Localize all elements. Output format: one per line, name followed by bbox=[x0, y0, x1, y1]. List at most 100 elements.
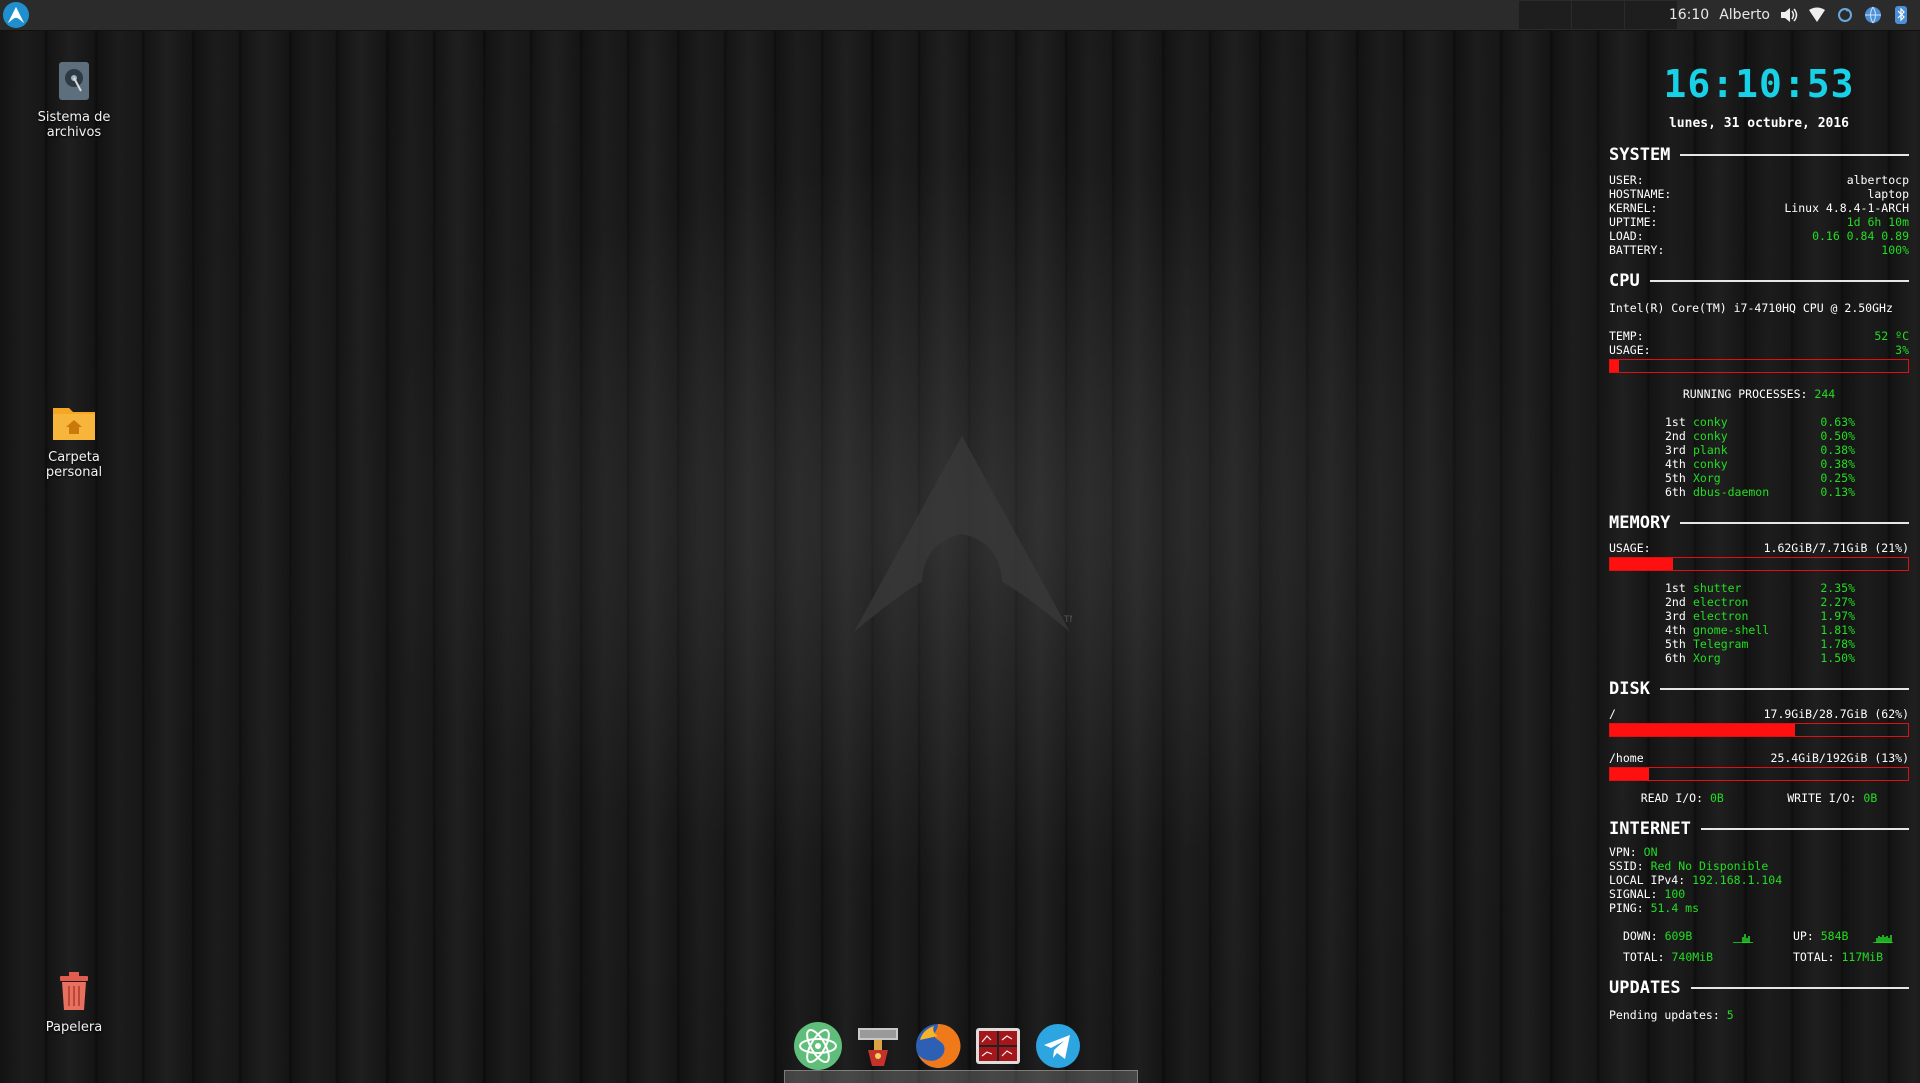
process-rank: 3rd bbox=[1665, 443, 1686, 457]
arch-wallpaper-logo: TM bbox=[854, 436, 1072, 632]
process-name: conky bbox=[1693, 457, 1728, 471]
memory-usage-value: 1.62GiB/7.71GiB (21%) bbox=[1763, 541, 1909, 555]
bluetooth-icon[interactable] bbox=[1892, 6, 1910, 24]
arch-menu-button[interactable] bbox=[3, 2, 29, 28]
internet-key: VPN: bbox=[1609, 845, 1637, 859]
process-rank: 2nd bbox=[1665, 595, 1686, 609]
internet-key: SSID: bbox=[1609, 859, 1644, 873]
internet-row: SIGNAL: 100 bbox=[1609, 887, 1909, 901]
conky-clock: 16:10:53 bbox=[1663, 62, 1855, 106]
running-processes: RUNNING PROCESSES: 244 bbox=[1609, 387, 1909, 401]
process-rank: 5th bbox=[1665, 637, 1686, 651]
trash-icon bbox=[51, 968, 97, 1014]
cpu-usage-value: 3% bbox=[1895, 343, 1909, 357]
process-pct: 0.38% bbox=[1820, 457, 1855, 471]
disk-write-label: WRITE I/O: bbox=[1787, 791, 1857, 805]
cpu-temp-label: TEMP: bbox=[1609, 329, 1644, 343]
dock-telegram[interactable] bbox=[1032, 1020, 1084, 1072]
process-name: conky bbox=[1693, 415, 1728, 429]
dock-gimp[interactable] bbox=[852, 1020, 904, 1072]
workspace-1[interactable] bbox=[1519, 1, 1572, 29]
vpn-globe-icon[interactable] bbox=[1864, 6, 1882, 24]
process-name: conky bbox=[1693, 429, 1728, 443]
system-row: USER: albertocp bbox=[1609, 173, 1909, 187]
section-title: DISK bbox=[1609, 679, 1650, 699]
process-rank: 5th bbox=[1665, 471, 1686, 485]
process-rank: 4th bbox=[1665, 457, 1686, 471]
process-name: shutter bbox=[1693, 581, 1742, 595]
down-speed-graph bbox=[1733, 934, 1753, 943]
process-pct: 1.78% bbox=[1820, 637, 1855, 651]
total-down-value: 740MiB bbox=[1671, 950, 1714, 964]
cpu-usage-row: USAGE: 3% bbox=[1609, 343, 1909, 357]
disk-home-bar-fill bbox=[1610, 768, 1649, 780]
system-row: LOAD: 0.16 0.84 0.89 bbox=[1609, 229, 1909, 243]
desktop-icon-home-folder[interactable]: Carpeta personal bbox=[19, 398, 129, 480]
process-rank: 4th bbox=[1665, 623, 1686, 637]
section-title: MEMORY bbox=[1609, 513, 1671, 533]
running-processes-label: RUNNING PROCESSES: bbox=[1682, 387, 1808, 401]
process-row: 3rd electron 1.97% bbox=[1609, 609, 1855, 623]
dock-firefox[interactable] bbox=[912, 1020, 964, 1072]
wifi-icon[interactable] bbox=[1808, 6, 1826, 24]
disk-write-value: 0B bbox=[1863, 791, 1878, 805]
process-pct: 0.63% bbox=[1820, 415, 1855, 429]
process-row: 2nd conky 0.50% bbox=[1609, 429, 1855, 443]
process-row: 6th Xorg 1.50% bbox=[1609, 651, 1855, 665]
section-system: SYSTEM bbox=[1609, 145, 1909, 165]
up-speed-graph bbox=[1873, 935, 1893, 943]
disk-read-label: READ I/O: bbox=[1640, 791, 1704, 805]
internet-row: PING: 51.4 ms bbox=[1609, 901, 1909, 915]
disk-home-row: /home 25.4GiB/192GiB (13%) bbox=[1609, 751, 1909, 765]
section-title: CPU bbox=[1609, 271, 1640, 291]
down-label: DOWN: bbox=[1623, 929, 1658, 943]
system-value: albertocp bbox=[1846, 173, 1909, 187]
divider bbox=[1700, 828, 1909, 830]
update-icon[interactable] bbox=[1836, 6, 1854, 24]
internet-row: LOCAL IPv4: 192.168.1.104 bbox=[1609, 873, 1909, 887]
arch-logo-icon bbox=[7, 6, 25, 24]
panel-clock[interactable]: 16:10 bbox=[1669, 7, 1709, 23]
process-rank: 1st bbox=[1665, 581, 1686, 595]
dock-system-monitor[interactable] bbox=[972, 1020, 1024, 1072]
volume-icon[interactable] bbox=[1780, 6, 1798, 24]
internet-value: 192.168.1.104 bbox=[1692, 873, 1783, 887]
section-title: SYSTEM bbox=[1609, 145, 1671, 165]
system-value: laptop bbox=[1867, 187, 1909, 201]
section-memory: MEMORY bbox=[1609, 513, 1909, 533]
process-name: Xorg bbox=[1693, 471, 1721, 485]
network-traffic: DOWN: 609B TOTAL: 740MiB UP: 584B TOTAL:… bbox=[1609, 929, 1909, 964]
process-pct: 2.35% bbox=[1820, 581, 1855, 595]
system-row: KERNEL: Linux 4.8.4-1-ARCH bbox=[1609, 201, 1909, 215]
divider bbox=[1649, 280, 1909, 282]
process-pct: 0.50% bbox=[1820, 429, 1855, 443]
desktop-icon-filesystem[interactable]: Sistema de archivos bbox=[19, 58, 129, 140]
section-title: INTERNET bbox=[1609, 819, 1691, 839]
section-cpu: CPU bbox=[1609, 271, 1909, 291]
disk-home-bar bbox=[1609, 767, 1909, 781]
cpu-top-processes: 1st conky 0.63% 2nd conky 0.50% 3rd plank 0.38… bbox=[1609, 415, 1909, 499]
network-down: DOWN: 609B TOTAL: 740MiB bbox=[1609, 929, 1753, 964]
internet-value: 100 bbox=[1664, 887, 1686, 901]
process-rank: 3rd bbox=[1665, 609, 1686, 623]
dock-atom[interactable] bbox=[792, 1020, 844, 1072]
top-panel: 16:10 Alberto bbox=[0, 0, 1920, 31]
desktop-icon-trash[interactable]: Papelera bbox=[19, 968, 129, 1035]
memory-usage-bar-fill bbox=[1610, 558, 1673, 570]
panel-user[interactable]: Alberto bbox=[1719, 7, 1770, 23]
memory-usage-label: USAGE: bbox=[1609, 541, 1651, 555]
system-key: KERNEL: bbox=[1609, 201, 1658, 215]
disk-root-bar bbox=[1609, 723, 1909, 737]
cpu-temp-row: TEMP: 52 ºC bbox=[1609, 329, 1909, 343]
internet-info: VPN: ON SSID: Red No Disponible LOCAL IP… bbox=[1609, 845, 1909, 915]
cpu-model: Intel(R) Core(TM) i7-4710HQ CPU @ 2.50GH… bbox=[1609, 301, 1893, 315]
process-row: 4th conky 0.38% bbox=[1609, 457, 1855, 471]
internet-value: ON bbox=[1643, 845, 1658, 859]
process-pct: 1.81% bbox=[1820, 623, 1855, 637]
section-title: UPDATES bbox=[1609, 978, 1681, 998]
workspace-2[interactable] bbox=[1572, 1, 1625, 29]
cpu-usage-bar bbox=[1609, 359, 1909, 373]
process-row: 6th dbus-daemon 0.13% bbox=[1609, 485, 1855, 499]
disk-root-value: 17.9GiB/28.7GiB (62%) bbox=[1763, 707, 1909, 721]
disk-io: READ I/O: 0B WRITE I/O: 0B bbox=[1609, 791, 1909, 805]
